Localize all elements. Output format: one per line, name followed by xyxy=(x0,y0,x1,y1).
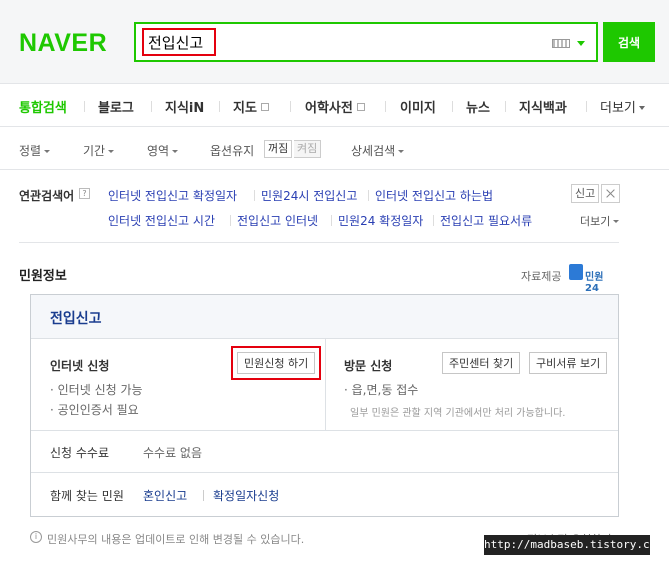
footnote: 민원사무의 내용은 업데이트로 인해 변경될 수 있습니다. xyxy=(47,533,305,546)
tab-kin[interactable]: 지식iN xyxy=(165,97,204,116)
visit-apply-title: 방문 신청 xyxy=(344,359,393,373)
filter-option-keep: 옵션유지 xyxy=(210,144,255,158)
tab-separator xyxy=(452,101,453,112)
help-icon[interactable]: ? xyxy=(79,188,90,199)
tab-separator xyxy=(385,101,386,112)
online-apply-title: 인터넷 신청 xyxy=(50,359,110,373)
new-window-icon xyxy=(260,103,269,111)
chevron-down-icon xyxy=(613,220,620,223)
chevron-down-icon xyxy=(44,150,51,153)
tab-separator xyxy=(151,101,152,112)
tab-map[interactable]: 지도 xyxy=(233,97,269,116)
keyboard-icon[interactable] xyxy=(552,39,570,48)
visit-bullet: · 읍,면,동 접수 xyxy=(344,383,419,397)
filter-sort-label: 정렬 xyxy=(19,144,42,158)
row-divider xyxy=(31,472,618,473)
card-header: 전입신고 xyxy=(31,295,618,339)
link-separator xyxy=(254,190,255,201)
card-title[interactable]: 전입신고 xyxy=(50,308,102,328)
related-link[interactable]: 인터넷 전입신고 시간 xyxy=(108,212,215,229)
related-more[interactable]: 더보기 xyxy=(580,213,620,229)
naver-logo[interactable]: NAVER xyxy=(19,29,107,58)
minwon24-logo[interactable]: 민원24 xyxy=(569,264,615,294)
tab-news[interactable]: 뉴스 xyxy=(466,97,490,116)
link-separator xyxy=(368,190,369,201)
related-link[interactable]: 인터넷 전입신고 확정일자 xyxy=(108,187,237,204)
search-filters: 정렬 기간 영역 옵션유지 꺼짐 켜짐 상세검색 xyxy=(0,128,669,170)
search-box[interactable] xyxy=(134,22,598,62)
new-window-icon xyxy=(356,103,365,111)
together-label: 함께 찾는 민원 xyxy=(50,489,124,503)
tab-blog[interactable]: 블로그 xyxy=(98,97,134,116)
tab-map-label: 지도 xyxy=(233,101,257,116)
tab-image[interactable]: 이미지 xyxy=(400,97,436,116)
tab-encyclopedia[interactable]: 지식백과 xyxy=(519,97,567,116)
option-keep-on-toggle[interactable]: 켜짐 xyxy=(294,140,322,158)
source-label: 자료제공 xyxy=(521,270,562,283)
together-link-fixed-date[interactable]: 확정일자신청 xyxy=(213,487,279,504)
chevron-down-icon xyxy=(172,150,179,153)
civil-info-title: 민원정보 xyxy=(19,269,67,284)
link-separator xyxy=(230,215,231,226)
link-separator xyxy=(203,490,204,501)
related-link[interactable]: 전입신고 인터넷 xyxy=(237,212,318,229)
filter-area-label: 영역 xyxy=(147,144,170,158)
filter-detail[interactable]: 상세검색 xyxy=(351,142,405,159)
column-divider xyxy=(325,339,326,430)
tab-dictionary-label: 어학사전 xyxy=(305,101,353,116)
filter-area[interactable]: 영역 xyxy=(147,142,179,159)
civil-card: 전입신고 인터넷 신청 민원신청 하기 · 인터넷 신청 가능 · 공인인증서 … xyxy=(30,294,619,517)
filter-period-label: 기간 xyxy=(83,144,106,158)
tab-separator xyxy=(84,101,85,112)
together-link-marriage[interactable]: 혼인신고 xyxy=(143,487,187,504)
link-separator xyxy=(433,215,434,226)
chevron-down-icon xyxy=(108,150,115,153)
search-button[interactable]: 검색 xyxy=(603,22,655,62)
tab-separator xyxy=(505,101,506,112)
related-searches-title: 연관검색어 xyxy=(19,189,75,203)
search-tabs: 통합검색 블로그 지식iN 지도 어학사전 이미지 뉴스 지식백과 더보기 xyxy=(0,85,669,127)
link-separator xyxy=(331,215,332,226)
section-divider xyxy=(19,242,619,243)
find-center-button[interactable]: 주민센터 찾기 xyxy=(442,352,521,374)
tab-all[interactable]: 통합검색 xyxy=(19,97,67,116)
online-bullet: · 공인인증서 필요 xyxy=(50,403,139,417)
view-documents-button[interactable]: 구비서류 보기 xyxy=(529,352,608,374)
report-button[interactable]: 신고 xyxy=(571,184,600,203)
tab-more-label: 더보기 xyxy=(600,101,636,116)
fee-label: 신청 수수료 xyxy=(50,446,110,460)
close-icon[interactable] xyxy=(601,184,620,203)
minwon24-logo-mark xyxy=(569,264,583,280)
tab-separator xyxy=(290,101,291,112)
tab-more[interactable]: 더보기 xyxy=(600,97,645,116)
related-link[interactable]: 민원24 확정일자 xyxy=(338,212,423,229)
search-input[interactable] xyxy=(142,28,216,56)
autocomplete-toggle-icon[interactable] xyxy=(577,41,585,46)
row-divider xyxy=(31,430,618,431)
header: NAVER 검색 xyxy=(0,0,669,84)
option-keep-off-toggle[interactable]: 꺼짐 xyxy=(264,140,293,158)
fee-value: 수수료 없음 xyxy=(143,446,203,460)
apply-online-button[interactable]: 민원신청 하기 xyxy=(230,346,322,380)
visit-note: 일부 민원은 관할 지역 기관에서만 처리 가능합니다. xyxy=(350,408,566,419)
online-bullet: · 인터넷 신청 가능 xyxy=(50,383,143,397)
related-more-label: 더보기 xyxy=(580,215,611,228)
watermark: http://madbaseb.tistory.com xyxy=(484,535,663,555)
tab-separator xyxy=(219,101,220,112)
related-link[interactable]: 민원24시 전입신고 xyxy=(261,187,357,204)
tab-separator xyxy=(586,101,587,112)
filter-detail-label: 상세검색 xyxy=(351,144,396,158)
related-link[interactable]: 인터넷 전입신고 하는법 xyxy=(375,187,493,204)
filter-period[interactable]: 기간 xyxy=(83,142,115,159)
tab-dictionary[interactable]: 어학사전 xyxy=(305,97,365,116)
chevron-down-icon xyxy=(398,150,405,153)
info-icon: i xyxy=(30,531,42,543)
minwon24-logo-text: 민원24 xyxy=(585,272,604,294)
related-link[interactable]: 전입신고 필요서류 xyxy=(440,212,532,229)
filter-sort[interactable]: 정렬 xyxy=(19,142,51,159)
chevron-down-icon xyxy=(638,106,645,110)
